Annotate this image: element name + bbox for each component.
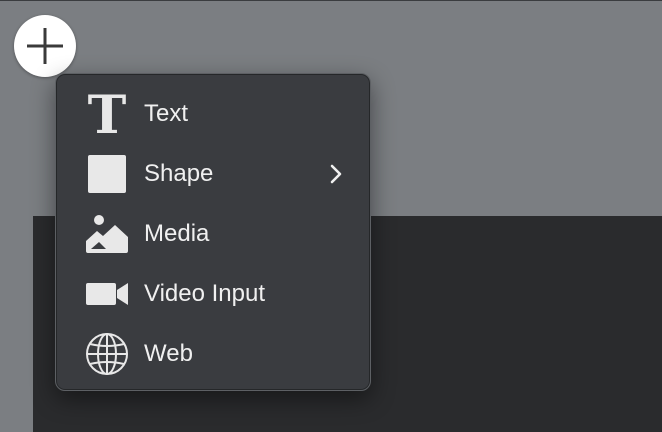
menu-item-label: Shape xyxy=(144,160,214,187)
plus-icon xyxy=(27,28,63,64)
shape-icon xyxy=(84,151,130,197)
add-button[interactable] xyxy=(14,15,76,77)
text-icon: T xyxy=(84,91,130,137)
menu-item-video-input[interactable]: Video Input xyxy=(56,264,370,324)
menu-item-shape[interactable]: Shape xyxy=(56,144,370,204)
insert-menu: T Text Shape Media Video Input Web xyxy=(55,73,371,391)
window-top-border xyxy=(0,0,662,1)
menu-item-web[interactable]: Web xyxy=(56,324,370,384)
chevron-right-icon xyxy=(326,160,346,188)
menu-item-label: Web xyxy=(144,340,193,367)
menu-item-label: Text xyxy=(144,100,189,127)
menu-item-label: Video Input xyxy=(144,280,265,307)
menu-item-media[interactable]: Media xyxy=(56,204,370,264)
video-camera-icon xyxy=(84,271,130,317)
svg-text:T: T xyxy=(88,91,127,137)
menu-item-label: Media xyxy=(144,220,210,247)
globe-icon xyxy=(84,331,130,377)
media-icon xyxy=(84,211,130,257)
menu-item-text[interactable]: T Text xyxy=(56,84,370,144)
